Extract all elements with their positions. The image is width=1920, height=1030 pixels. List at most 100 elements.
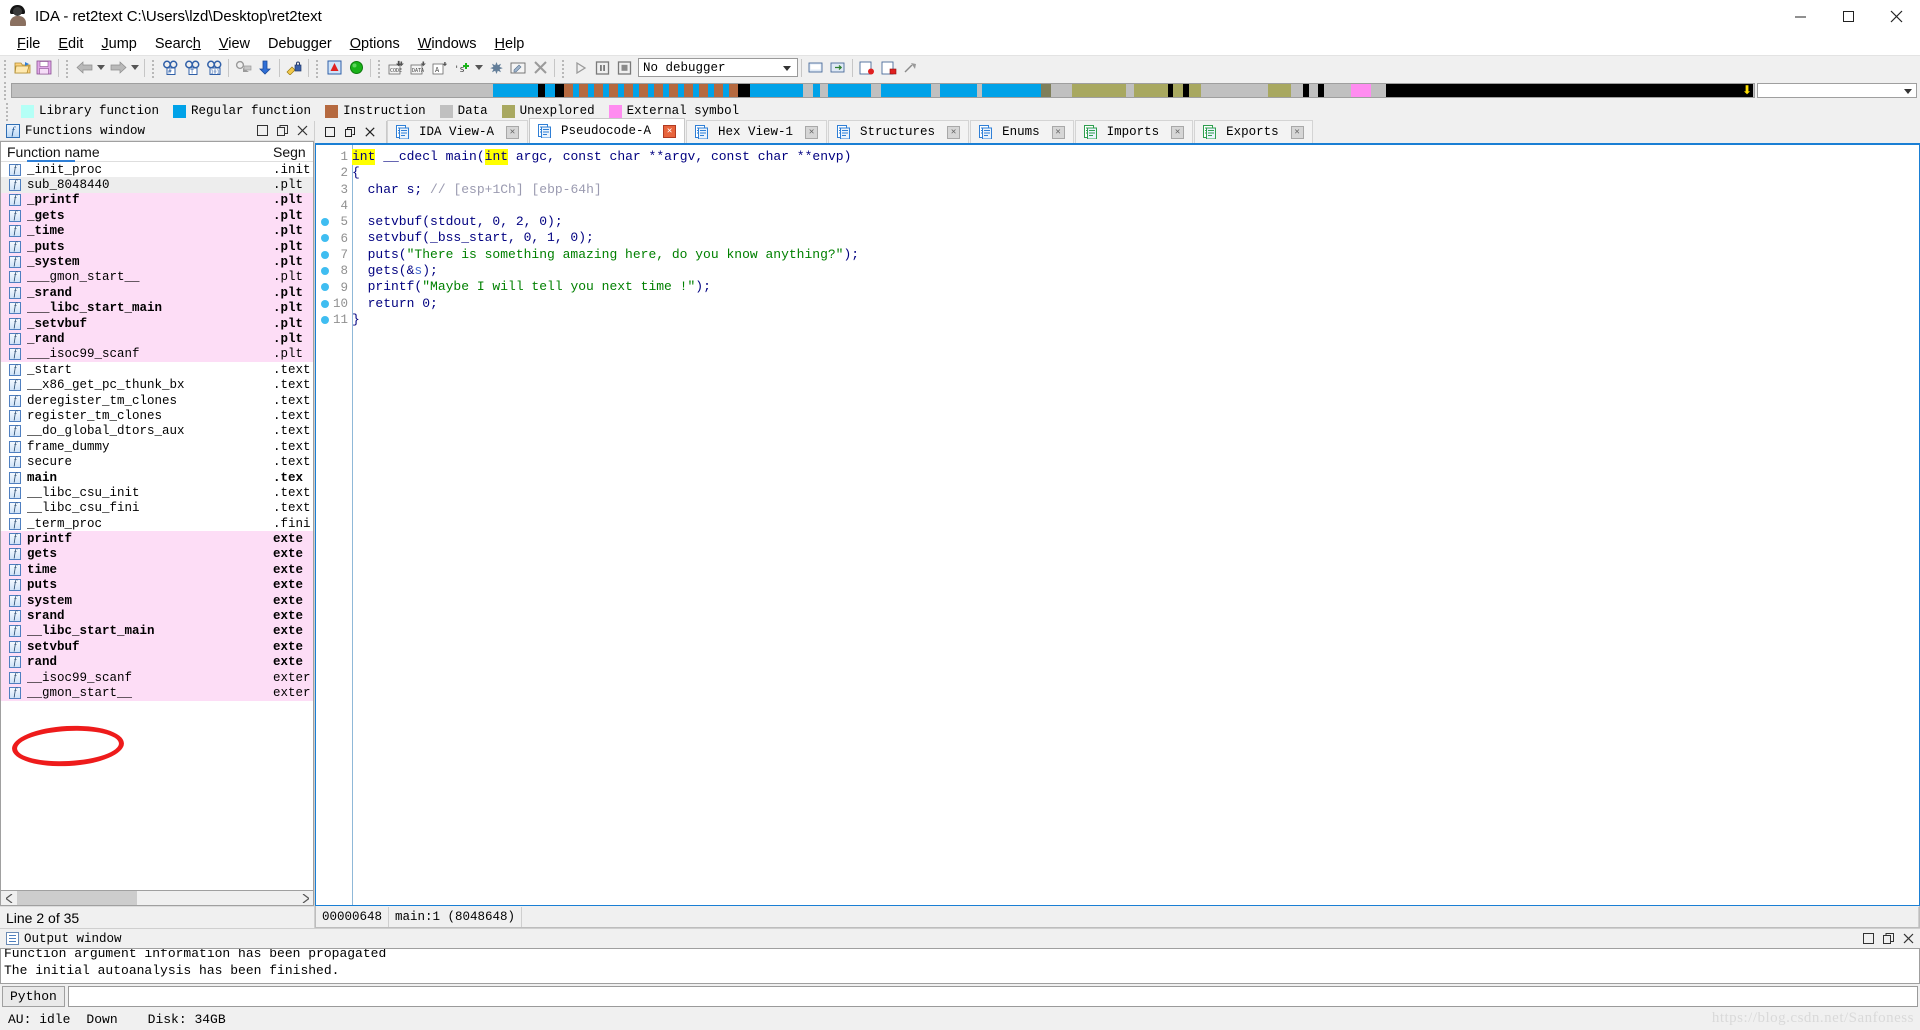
tab-pseudocode-a[interactable]: Pseudocode-A ✕	[529, 118, 686, 143]
line-number[interactable]: 2	[316, 165, 352, 181]
float-output-icon[interactable]	[1881, 932, 1895, 946]
function-list-row[interactable]: f time exte	[1, 562, 313, 578]
undefine-icon[interactable]	[485, 57, 507, 79]
hscroll-track[interactable]	[17, 891, 297, 905]
run-debugger-icon[interactable]	[569, 57, 591, 79]
warning-icon[interactable]	[323, 57, 345, 79]
function-list-row[interactable]: f _srand .plt	[1, 285, 313, 301]
make-data-icon[interactable]: DATA	[407, 57, 429, 79]
breakpoint-dot-icon[interactable]	[321, 267, 329, 276]
function-list-row[interactable]: f main .tex	[1, 470, 313, 485]
search-binary-icon[interactable]: 101	[203, 57, 225, 79]
code-line[interactable]	[352, 198, 1919, 214]
breakpoint-list-icon[interactable]	[856, 57, 878, 79]
line-number[interactable]: 8	[316, 263, 352, 279]
pseudocode-lines[interactable]: int __cdecl main(int argc, const char **…	[352, 145, 1919, 905]
tab-hex-view-1[interactable]: Hex View-1 ✕	[686, 120, 828, 143]
function-list-row[interactable]: f _init_proc .init	[1, 162, 313, 177]
menu-search[interactable]: Search	[146, 36, 210, 52]
function-list-row[interactable]: f _system .plt	[1, 254, 313, 270]
toolbar-grip-make[interactable]	[376, 57, 383, 78]
tile-icon[interactable]	[345, 127, 355, 137]
search-hash-icon[interactable]: #	[159, 57, 181, 79]
debugger-select[interactable]: No debugger	[638, 58, 798, 77]
tracing-icon[interactable]	[900, 57, 922, 79]
function-list-row[interactable]: f _rand .plt	[1, 331, 313, 347]
column-header-function-name[interactable]: Function name	[1, 144, 273, 160]
function-list-row[interactable]: f _gets .plt	[1, 208, 313, 224]
line-number[interactable]: 7	[316, 247, 352, 263]
make-dropdown-icon[interactable]	[473, 57, 485, 79]
menu-edit[interactable]: Edit	[49, 36, 92, 52]
code-line[interactable]: setvbuf(stdout, 0, 2, 0);	[352, 214, 1919, 230]
function-list-row[interactable]: f _time .plt	[1, 223, 313, 239]
watch-list-icon[interactable]	[878, 57, 900, 79]
nav-back-icon[interactable]	[73, 57, 95, 79]
function-list-row[interactable]: f __libc_csu_fini .text	[1, 501, 313, 516]
make-code-icon[interactable]: CODE	[385, 57, 407, 79]
restore-icon[interactable]	[325, 127, 335, 137]
save-icon[interactable]	[33, 57, 55, 79]
code-line[interactable]: char s; // [esp+1Ch] [ebp-64h]	[352, 182, 1919, 198]
breakpoint-dot-icon[interactable]	[321, 250, 329, 259]
attach-process-icon[interactable]	[805, 57, 827, 79]
tab-ida-view-a[interactable]: IDA View-A ✕	[387, 120, 529, 143]
menu-view[interactable]: View	[210, 36, 259, 52]
restore-output-icon[interactable]	[1861, 932, 1875, 946]
code-line[interactable]: int __cdecl main(int argc, const char **…	[352, 149, 1919, 166]
toolbar-grip-search[interactable]	[150, 57, 157, 78]
detach-process-icon[interactable]	[827, 57, 849, 79]
tab-close-icon[interactable]: ✕	[1171, 125, 1185, 139]
edit-function-icon[interactable]	[507, 57, 529, 79]
code-line[interactable]: puts("There is something amazing here, d…	[352, 247, 1919, 263]
code-line[interactable]: printf("Maybe I will tell you next time …	[352, 279, 1919, 295]
code-line[interactable]: setvbuf(_bss_start, 0, 1, 0);	[352, 230, 1919, 246]
function-list-row[interactable]: f ___libc_start_main .plt	[1, 300, 313, 316]
function-list-row[interactable]: f system exte	[1, 592, 313, 609]
tab-close-icon[interactable]: ✕	[1290, 125, 1304, 139]
minimize-button[interactable]	[1776, 0, 1824, 33]
nav-forward-icon[interactable]	[107, 57, 129, 79]
pseudocode-view[interactable]: 1 2 3 4 5 6 7 8 9 10 11 int __cdecl main(int argc,…	[315, 145, 1920, 906]
line-number[interactable]: 9	[316, 279, 352, 295]
toolbar-grip-run[interactable]	[314, 57, 321, 78]
close-output-icon[interactable]	[1901, 932, 1915, 946]
maximize-button[interactable]	[1824, 0, 1872, 33]
cli-input[interactable]	[67, 985, 1918, 1007]
pause-icon[interactable]	[591, 57, 613, 79]
function-list-row[interactable]: f sub_8048440 .plt	[1, 177, 313, 193]
menu-options[interactable]: Options	[341, 36, 409, 52]
output-window-body[interactable]: Function argument information has been p…	[0, 948, 1920, 984]
line-number[interactable]: 5	[316, 214, 352, 230]
scroll-left-icon[interactable]	[1, 891, 17, 905]
function-list-row[interactable]: f frame_dummy .text	[1, 439, 313, 454]
function-list-row[interactable]: f _puts .plt	[1, 238, 313, 255]
function-list-row[interactable]: f srand exte	[1, 608, 313, 624]
scroll-right-icon[interactable]	[297, 891, 313, 905]
function-list-row[interactable]: f deregister_tm_clones .text	[1, 393, 313, 408]
toolbar-grip-nav[interactable]	[64, 57, 71, 78]
pseudocode-gutter[interactable]: 1 2 3 4 5 6 7 8 9 10 11	[316, 145, 352, 905]
function-list-row[interactable]: f __isoc99_scanf exter	[1, 669, 313, 686]
delete-icon[interactable]	[529, 57, 551, 79]
float-window-icon[interactable]	[275, 124, 289, 138]
function-list-row[interactable]: f register_tm_clones .text	[1, 408, 313, 423]
close-icon[interactable]	[365, 127, 375, 137]
hscroll-thumb[interactable]	[17, 891, 137, 905]
close-button[interactable]	[1872, 0, 1920, 33]
cli-language-button[interactable]: Python	[2, 985, 65, 1007]
tab-close-icon[interactable]: ✕	[805, 125, 819, 139]
function-list-row[interactable]: f ___gmon_start__ .plt	[1, 269, 313, 286]
function-list-row[interactable]: f __gmon_start__ exter	[1, 685, 313, 701]
open-file-icon[interactable]	[11, 57, 33, 79]
search-text-icon[interactable]: T	[181, 57, 203, 79]
function-list-row[interactable]: f rand exte	[1, 654, 313, 670]
line-number[interactable]: 11	[316, 312, 352, 328]
tab-structures[interactable]: Structures ✕	[828, 120, 970, 143]
function-list-row[interactable]: f _term_proc .fini	[1, 516, 313, 531]
decrypt-key-icon[interactable]	[283, 57, 305, 79]
menu-jump[interactable]: Jump	[92, 36, 145, 52]
function-list-row[interactable]: f gets exte	[1, 546, 313, 563]
close-window-icon[interactable]	[295, 124, 309, 138]
function-list-row[interactable]: f puts exte	[1, 577, 313, 593]
